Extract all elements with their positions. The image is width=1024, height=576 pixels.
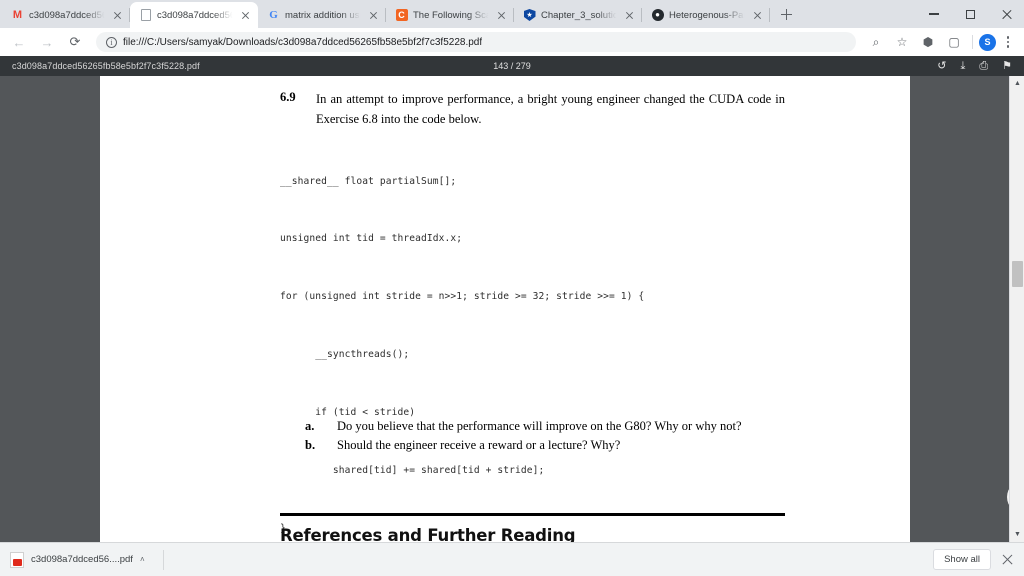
download-icon[interactable]: ⤓ [960,60,965,72]
code-line: __syncthreads(); [280,349,410,361]
new-tab-button[interactable] [774,3,798,27]
avatar[interactable]: S [979,33,996,51]
sub-question-text: Do you believe that the performance will… [337,419,742,433]
google-icon: G [269,8,278,21]
close-window-button[interactable] [988,0,1024,28]
maximize-button[interactable] [952,0,988,28]
sub-question-item: b. Should the engineer receive a reward … [305,436,790,455]
tab-close-icon[interactable] [623,9,636,22]
bookmark-icon[interactable]: ⚑ [1002,60,1012,72]
navigation-toolbar: ← → ⟳ i file:///C:/Users/samyak/Download… [0,28,1024,56]
code-line: shared[tid] += shared[tid + stride]; [280,465,545,477]
code-line: unsigned int tid = threadIdx.x; [280,233,463,245]
viewer-scrollbar[interactable]: ▲ ▼ [1009,76,1024,542]
tab-strip: M c3d098a7ddced56265fb c3d098a7ddced5626… [0,0,1024,28]
tab-title: Heterogenous-Parallel- [669,9,746,21]
section-heading: References and Further Reading [280,526,576,542]
pdf-file-icon [10,551,24,568]
download-file-name: c3d098a7ddced56....pdf [31,554,133,565]
tab-close-icon[interactable] [239,9,252,22]
close-shelf-icon[interactable] [1001,553,1014,566]
minimize-button[interactable] [916,0,952,28]
gmail-icon: M [12,8,23,21]
rotate-icon[interactable]: ↺ [937,60,946,72]
tab-5[interactable]: ● Heterogenous-Parallel- [642,2,770,28]
scrollbar-thumb[interactable] [1012,261,1023,287]
zoom-icon[interactable]: ⌕ [864,30,888,54]
shelf-actions: Show all [933,549,1014,570]
code-line: __shared__ float partialSum[]; [280,175,457,187]
chevron-up-icon[interactable]: ˄ [140,555,145,564]
sub-question-label: b. [305,438,316,453]
url-text: file:///C:/Users/samyak/Downloads/c3d098… [123,36,483,48]
pdf-page: 6.9 In an attempt to improve performance… [100,76,910,542]
tab-close-icon[interactable] [111,9,124,22]
tab-title: Chapter_3_solution.pdf [541,9,618,21]
extensions-icon[interactable]: ⬢ [916,30,940,54]
tab-3[interactable]: C The Following Scalar Pro [386,2,514,28]
print-icon[interactable]: ⎙ [979,60,988,72]
sub-question-text: Should the engineer receive a reward or … [337,438,621,453]
exercise-text: In an attempt to improve performance, a … [316,92,785,126]
shield-icon: ★ [523,9,536,22]
tab-0[interactable]: M c3d098a7ddced56265fb [2,2,130,28]
tab-title: The Following Scalar Pro [413,9,490,21]
pdf-filename: c3d098a7ddced56265fb58e5bf2f7c3f5228.pdf [12,61,200,71]
tab-close-icon[interactable] [751,9,764,22]
chegg-icon: C [395,9,408,22]
site-info-icon[interactable]: i [106,36,117,48]
exercise-block: 6.9 In an attempt to improve performance… [280,90,785,129]
exercise-number: 6.9 [280,90,296,104]
back-button[interactable]: ← [6,29,32,55]
pdf-page-indicator: 143 / 279 [493,61,531,71]
cast-icon[interactable]: ▢ [942,30,966,54]
tab-close-icon[interactable] [495,9,508,22]
tab-title: matrix addition using sh [285,9,362,21]
window-controls [916,0,1024,28]
chrome-menu-button[interactable] [998,31,1018,53]
section-divider [280,513,785,516]
pdf-toolbar: c3d098a7ddced56265fb58e5bf2f7c3f5228.pdf… [0,56,1024,76]
sub-question-item: a. Do you believe that the performance w… [305,417,790,436]
github-icon: ● [651,9,664,22]
toolbar-divider [972,35,973,49]
tab-2[interactable]: G matrix addition using sh [258,2,386,28]
scroll-up-arrow-icon[interactable]: ▲ [1010,76,1024,91]
code-line: for (unsigned int stride = n>>1; stride … [280,291,645,303]
pdf-toolbar-actions: ↺ ⤓ ⎙ ⚑ [937,60,1012,72]
show-all-button[interactable]: Show all [933,549,991,570]
sub-question-label: a. [305,419,315,433]
forward-button[interactable]: → [34,29,60,55]
sub-question-list: a. Do you believe that the performance w… [305,417,790,456]
tab-4[interactable]: ★ Chapter_3_solution.pdf [514,2,642,28]
shelf-divider [162,549,164,570]
tab-title: c3d098a7ddced56265fb [29,9,106,21]
scroll-down-arrow-icon[interactable]: ▼ [1010,527,1024,542]
tab-title: c3d098a7ddced56265fb [157,9,234,21]
download-shelf: c3d098a7ddced56....pdf ˄ Show all [0,542,1024,576]
pdf-canvas[interactable]: 6.9 In an attempt to improve performance… [0,76,1024,542]
pdf-viewer: c3d098a7ddced56265fb58e5bf2f7c3f5228.pdf… [0,56,1024,542]
reload-button[interactable]: ⟳ [62,29,88,55]
browser-window: M c3d098a7ddced56265fb c3d098a7ddced5626… [0,0,1024,576]
omnibox-actions: ⌕ ☆ ⬢ ▢ S [864,30,1018,54]
download-item[interactable]: c3d098a7ddced56....pdf ˄ [10,551,155,568]
address-bar[interactable]: i file:///C:/Users/samyak/Downloads/c3d0… [96,32,856,52]
code-block: __shared__ float partialSum[]; unsigned … [280,133,840,542]
tab-1[interactable]: c3d098a7ddced56265fb [130,2,258,28]
tab-close-icon[interactable] [367,9,380,22]
document-icon [139,9,152,22]
bookmark-star-icon[interactable]: ☆ [890,30,914,54]
